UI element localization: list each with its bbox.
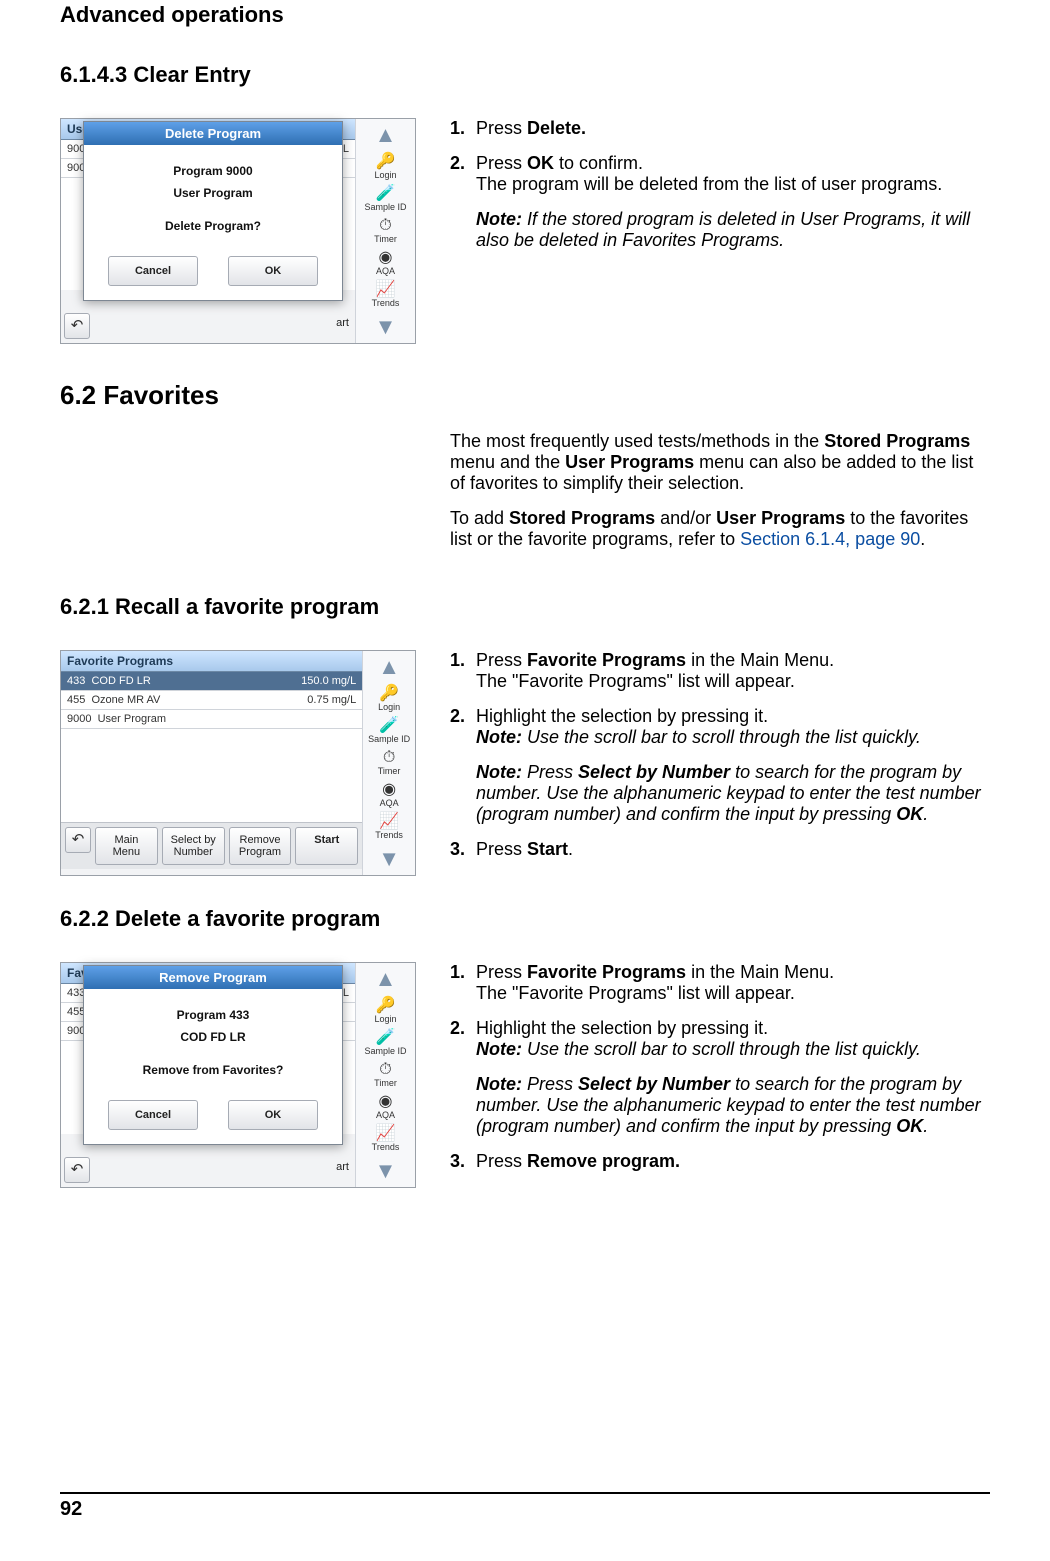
heading-62: 6.2 Favorites <box>60 380 990 411</box>
timer-button[interactable]: ⏱Timer <box>365 750 413 776</box>
screenshot-recall-favorite: Favorite Programs 433 COD FD LR150.0 mg/… <box>60 650 420 876</box>
aqa-button[interactable]: ◉AQA <box>362 250 410 276</box>
screenshot-delete-favorite: Favorite Programs 433mg/L 455 9000 Remov… <box>60 962 420 1188</box>
scroll-down-icon[interactable]: ▼ <box>362 314 410 340</box>
login-button[interactable]: 🔑Login <box>362 154 410 180</box>
bottom-text: art <box>336 317 349 329</box>
step-2-sub: The program will be deleted from the lis… <box>476 174 990 195</box>
trends-icon: 📈 <box>362 282 410 298</box>
timer-icon: ⏱ <box>365 750 413 766</box>
select-by-number-button[interactable]: Select by Number <box>162 827 225 865</box>
aqa-button[interactable]: ◉AQA <box>365 782 413 808</box>
step-3: 3.Press Remove program. <box>450 1151 990 1172</box>
scroll-down-icon[interactable]: ▼ <box>365 846 413 872</box>
login-icon: 🔑 <box>362 998 410 1014</box>
login-icon: 🔑 <box>362 154 410 170</box>
sample-id-button[interactable]: 🧪Sample ID <box>365 718 413 744</box>
dialog-line: COD FD LR <box>92 1027 334 1049</box>
list-row[interactable]: 455 Ozone MR AV0.75 mg/L <box>61 691 362 710</box>
heading-6143: 6.1.4.3 Clear Entry <box>60 62 990 88</box>
trends-icon: 📈 <box>362 1126 410 1142</box>
device-sidebar: ▲ 🔑Login 🧪Sample ID ⏱Timer ◉AQA 📈Trends … <box>355 119 415 343</box>
sample-icon: 🧪 <box>365 718 413 734</box>
list-row[interactable]: 433 COD FD LR150.0 mg/L <box>61 672 362 691</box>
scroll-up-icon[interactable]: ▲ <box>365 654 413 680</box>
login-icon: 🔑 <box>365 686 413 702</box>
trends-button[interactable]: 📈Trends <box>362 1126 410 1152</box>
ok-button[interactable]: OK <box>228 1100 318 1130</box>
aqa-icon: ◉ <box>362 1094 410 1110</box>
back-icon[interactable]: ↶ <box>64 313 90 339</box>
step-2: 2.Press OK to confirm. The program will … <box>450 153 990 251</box>
page-number: 92 <box>60 1492 990 1521</box>
ok-button[interactable]: OK <box>228 256 318 286</box>
note: Note: If the stored program is deleted i… <box>476 209 990 251</box>
dialog-line: Remove from Favorites? <box>92 1060 334 1082</box>
sample-icon: 🧪 <box>362 1030 410 1046</box>
note: Note: Press Select by Number to search f… <box>476 762 990 825</box>
start-button[interactable]: Start <box>295 827 358 865</box>
sample-id-button[interactable]: 🧪Sample ID <box>362 1030 410 1056</box>
trends-icon: 📈 <box>365 814 413 830</box>
dialog-title: Remove Program <box>84 966 342 989</box>
note: Note: Press Select by Number to search f… <box>476 1074 990 1137</box>
main-menu-button[interactable]: Main Menu <box>95 827 158 865</box>
list-row[interactable]: 9000 User Program <box>61 710 362 729</box>
device-sidebar: ▲ 🔑Login 🧪Sample ID ⏱Timer ◉AQA 📈Trends … <box>355 963 415 1187</box>
scroll-down-icon[interactable]: ▼ <box>362 1158 410 1184</box>
cancel-button[interactable]: Cancel <box>108 256 198 286</box>
aqa-icon: ◉ <box>365 782 413 798</box>
remove-program-button[interactable]: Remove Program <box>229 827 292 865</box>
step-1: 1.Press Delete. <box>450 118 990 139</box>
paragraph: The most frequently used tests/methods i… <box>450 431 990 494</box>
sample-id-button[interactable]: 🧪Sample ID <box>362 186 410 212</box>
step-2: 2.Highlight the selection by pressing it… <box>450 706 990 825</box>
note: Note: Use the scroll bar to scroll throu… <box>476 1039 990 1060</box>
paragraph: To add Stored Programs and/or User Progr… <box>450 508 990 550</box>
dialog-title: Delete Program <box>84 122 342 145</box>
bottom-text: art <box>336 1161 349 1173</box>
login-button[interactable]: 🔑Login <box>362 998 410 1024</box>
back-icon[interactable]: ↶ <box>64 1157 90 1183</box>
dialog-line: Delete Program? <box>92 216 334 238</box>
device-sidebar: ▲ 🔑Login 🧪Sample ID ⏱Timer ◉AQA 📈Trends … <box>362 651 415 875</box>
step-1-sub: The "Favorite Programs" list will appear… <box>476 671 990 692</box>
screenshot-clear-entry: User Programs 9001mg/L 9000 Delete Progr… <box>60 118 420 344</box>
back-icon[interactable]: ↶ <box>65 827 91 853</box>
heading-622: 6.2.2 Delete a favorite program <box>60 906 990 932</box>
aqa-icon: ◉ <box>362 250 410 266</box>
step-3: 3.Press Start. <box>450 839 990 860</box>
step-1: 1.Press Favorite Programs in the Main Me… <box>450 962 990 1004</box>
note: Note: Use the scroll bar to scroll throu… <box>476 727 990 748</box>
step-2: 2.Highlight the selection by pressing it… <box>450 1018 990 1137</box>
aqa-button[interactable]: ◉AQA <box>362 1094 410 1120</box>
scroll-up-icon[interactable]: ▲ <box>362 122 410 148</box>
login-button[interactable]: 🔑Login <box>365 686 413 712</box>
trends-button[interactable]: 📈Trends <box>362 282 410 308</box>
sample-icon: 🧪 <box>362 186 410 202</box>
trends-button[interactable]: 📈Trends <box>365 814 413 840</box>
dialog-line: Program 433 <box>92 1005 334 1027</box>
screen-title: Favorite Programs <box>61 651 362 672</box>
dialog-remove-program: Remove Program Program 433 COD FD LR Rem… <box>83 965 343 1145</box>
section-link[interactable]: Section 6.1.4, page 90 <box>740 529 920 549</box>
dialog-delete-program: Delete Program Program 9000 User Program… <box>83 121 343 301</box>
timer-icon: ⏱ <box>362 1062 410 1078</box>
scroll-up-icon[interactable]: ▲ <box>362 966 410 992</box>
cancel-button[interactable]: Cancel <box>108 1100 198 1130</box>
dialog-line: User Program <box>92 183 334 205</box>
timer-button[interactable]: ⏱Timer <box>362 218 410 244</box>
timer-icon: ⏱ <box>362 218 410 234</box>
heading-621: 6.2.1 Recall a favorite program <box>60 594 990 620</box>
dialog-line: Program 9000 <box>92 161 334 183</box>
page-header: Advanced operations <box>60 0 990 32</box>
timer-button[interactable]: ⏱Timer <box>362 1062 410 1088</box>
step-1-sub: The "Favorite Programs" list will appear… <box>476 983 990 1004</box>
step-1: 1.Press Favorite Programs in the Main Me… <box>450 650 990 692</box>
